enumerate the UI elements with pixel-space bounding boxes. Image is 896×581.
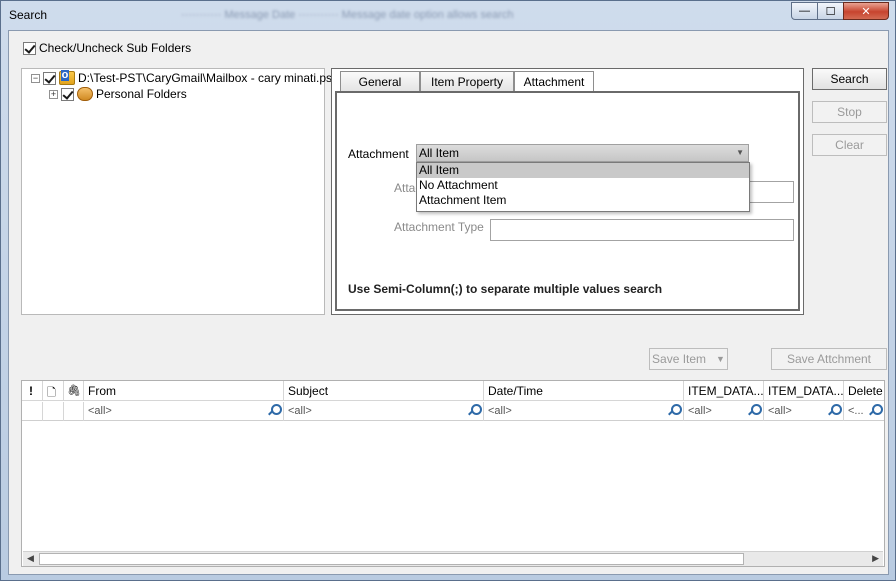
stop-button[interactable]: Stop bbox=[812, 101, 887, 123]
subject-header-label: Subject bbox=[288, 384, 329, 398]
horizontal-scrollbar[interactable]: ◀ ▶ bbox=[23, 551, 883, 566]
from-header-label: From bbox=[88, 384, 116, 398]
item-data-2-column-header[interactable]: ITEM_DATA... bbox=[764, 381, 844, 400]
importance-column-header[interactable]: ! bbox=[22, 381, 43, 400]
datetime-filter-text: <all> bbox=[488, 405, 512, 417]
importance-icon: ! bbox=[29, 384, 33, 398]
scroll-right-icon[interactable]: ▶ bbox=[872, 553, 879, 564]
subject-filter[interactable]: <all> bbox=[284, 402, 484, 421]
grid-header: ! 🗋 🖇 From Subject Date/Time ITEM_DATA..… bbox=[22, 381, 884, 401]
criteria-tabs: General Item Property Attachment bbox=[334, 71, 801, 91]
search-window: Search ··········· Message Date ········… bbox=[0, 0, 896, 581]
chevron-down-icon: ▼ bbox=[736, 148, 744, 157]
importance-filter bbox=[22, 402, 43, 421]
attachment-tab-body: Attachment All Item ▼ All Item No Attach… bbox=[335, 91, 800, 311]
item-data-1-column-header[interactable]: ITEM_DATA... bbox=[684, 381, 764, 400]
dropdown-option-all-item[interactable]: All Item bbox=[417, 163, 749, 178]
item-data-1-filter[interactable]: <all> bbox=[684, 402, 764, 421]
datetime-column-header[interactable]: Date/Time bbox=[484, 381, 684, 400]
tree-child-label[interactable]: Personal Folders bbox=[96, 87, 187, 101]
tab-attachment[interactable]: Attachment bbox=[514, 71, 594, 91]
personal-folders-icon bbox=[77, 87, 93, 101]
document-icon: 🗋 bbox=[47, 387, 56, 399]
search-button[interactable]: Search bbox=[812, 68, 887, 90]
item-data-2-filter-text: <all> bbox=[768, 405, 792, 417]
title-bar[interactable]: Search ··········· Message Date ········… bbox=[1, 1, 895, 29]
item-data-2-header-label: ITEM_DATA... bbox=[768, 384, 844, 398]
deleted-filter-text: <... bbox=[848, 405, 864, 417]
expand-icon[interactable]: + bbox=[49, 89, 58, 99]
minimize-button[interactable]: — bbox=[791, 2, 818, 20]
attachment-filter bbox=[64, 402, 84, 421]
tree-root-label[interactable]: D:\Test-PST\CaryGmail\Mailbox - cary min… bbox=[78, 71, 335, 85]
search-icon[interactable] bbox=[868, 404, 883, 417]
search-icon[interactable] bbox=[267, 404, 282, 417]
client-area: Check/Uncheck Sub Folders − D:\Test-PST\… bbox=[8, 30, 889, 575]
item-type-column-header[interactable]: 🗋 bbox=[43, 381, 64, 400]
attachment-dropdown-list[interactable]: All Item No Attachment Attachment Item bbox=[416, 162, 750, 212]
window-title: Search bbox=[9, 8, 48, 22]
search-icon[interactable] bbox=[827, 404, 842, 417]
blurred-title-background: ··········· Message Date ··········· Mes… bbox=[181, 9, 514, 21]
scroll-left-icon[interactable]: ◀ bbox=[27, 553, 34, 564]
close-icon: ✕ bbox=[861, 5, 871, 18]
dropdown-option-no-attachment[interactable]: No Attachment bbox=[417, 178, 749, 193]
item-data-2-filter[interactable]: <all> bbox=[764, 402, 844, 421]
from-filter-text: <all> bbox=[88, 405, 112, 417]
search-icon[interactable] bbox=[467, 404, 482, 417]
tree-item-root[interactable]: − D:\Test-PST\CaryGmail\Mailbox - cary m… bbox=[31, 70, 335, 85]
item-data-1-header-label: ITEM_DATA... bbox=[688, 384, 764, 398]
deleted-column-header[interactable]: Delete bbox=[844, 381, 884, 400]
attachment-type-input[interactable] bbox=[490, 219, 794, 241]
maximize-button[interactable]: ☐ bbox=[817, 2, 844, 20]
maximize-icon: ☐ bbox=[825, 5, 836, 18]
sub-folders-label: Check/Uncheck Sub Folders bbox=[39, 41, 192, 55]
tree-item-personal-folders[interactable]: + Personal Folders bbox=[49, 87, 187, 101]
save-attachment-button[interactable]: Save Attchment bbox=[771, 348, 887, 370]
criteria-panel: General Item Property Attachment Attachm… bbox=[331, 68, 804, 315]
close-button[interactable]: ✕ bbox=[843, 2, 889, 20]
tree-root-checkbox[interactable] bbox=[43, 71, 56, 85]
item-type-filter bbox=[43, 402, 64, 421]
multi-value-hint: Use Semi-Column(;) to separate multiple … bbox=[348, 282, 663, 296]
deleted-header-label: Delete bbox=[848, 384, 883, 398]
attachment-type-label: Attachment Type bbox=[394, 220, 484, 234]
chevron-down-icon: ▼ bbox=[716, 354, 725, 364]
pst-file-icon bbox=[59, 70, 75, 85]
save-item-label: Save Item bbox=[652, 352, 707, 366]
sub-folders-checkbox[interactable] bbox=[23, 41, 36, 55]
datetime-filter[interactable]: <all> bbox=[484, 402, 684, 421]
subject-column-header[interactable]: Subject bbox=[284, 381, 484, 400]
tree-child-checkbox[interactable] bbox=[61, 87, 74, 101]
tab-general[interactable]: General bbox=[340, 71, 420, 91]
search-icon[interactable] bbox=[747, 404, 762, 417]
search-icon[interactable] bbox=[667, 404, 682, 417]
scroll-thumb[interactable] bbox=[39, 553, 744, 565]
attachment-column-header[interactable]: 🖇 bbox=[64, 381, 84, 400]
from-column-header[interactable]: From bbox=[84, 381, 284, 400]
attachment-combo[interactable]: All Item ▼ bbox=[416, 144, 749, 162]
attachment-label: Attachment bbox=[348, 147, 409, 161]
folder-tree[interactable]: − D:\Test-PST\CaryGmail\Mailbox - cary m… bbox=[21, 68, 335, 315]
item-data-1-filter-text: <all> bbox=[688, 405, 712, 417]
collapse-icon[interactable]: − bbox=[31, 73, 40, 83]
grid-filter-row: <all> <all> <all> <all> <all> <... bbox=[22, 402, 884, 421]
paperclip-icon: 🖇 bbox=[67, 385, 81, 397]
results-grid[interactable]: ! 🗋 🖇 From Subject Date/Time ITEM_DATA..… bbox=[21, 380, 885, 567]
dropdown-option-attachment-item[interactable]: Attachment Item bbox=[417, 193, 749, 208]
attachment-combo-value: All Item bbox=[419, 146, 460, 160]
deleted-filter[interactable]: <... bbox=[844, 402, 884, 421]
subject-filter-text: <all> bbox=[288, 405, 312, 417]
datetime-header-label: Date/Time bbox=[488, 384, 543, 398]
from-filter[interactable]: <all> bbox=[84, 402, 284, 421]
tab-item-property[interactable]: Item Property bbox=[420, 71, 514, 91]
clear-button[interactable]: Clear bbox=[812, 134, 887, 156]
sub-folders-option[interactable]: Check/Uncheck Sub Folders bbox=[23, 41, 191, 55]
save-item-button[interactable]: Save Item ▼ bbox=[649, 348, 728, 370]
minimize-icon: — bbox=[799, 5, 810, 17]
